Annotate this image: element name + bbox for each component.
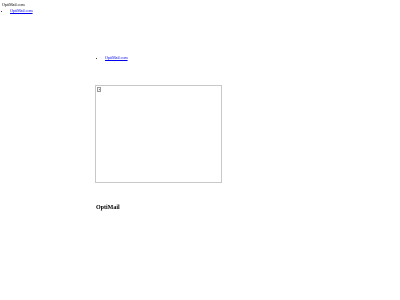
site-link[interactable]: OptiMail.com bbox=[10, 8, 33, 13]
content-site-link[interactable]: OptiMail.com bbox=[105, 55, 128, 60]
main-image-placeholder bbox=[95, 85, 222, 183]
nav-item: OptiMail.com bbox=[10, 8, 33, 13]
site-title: OptiMail.com bbox=[2, 2, 25, 7]
content-link-item: OptiMail.com bbox=[105, 55, 128, 60]
content-link-list: OptiMail.com bbox=[101, 55, 128, 60]
nav-list: OptiMail.com bbox=[5, 8, 33, 13]
page-heading: OptiMail bbox=[96, 205, 120, 211]
broken-image-icon bbox=[97, 87, 101, 92]
